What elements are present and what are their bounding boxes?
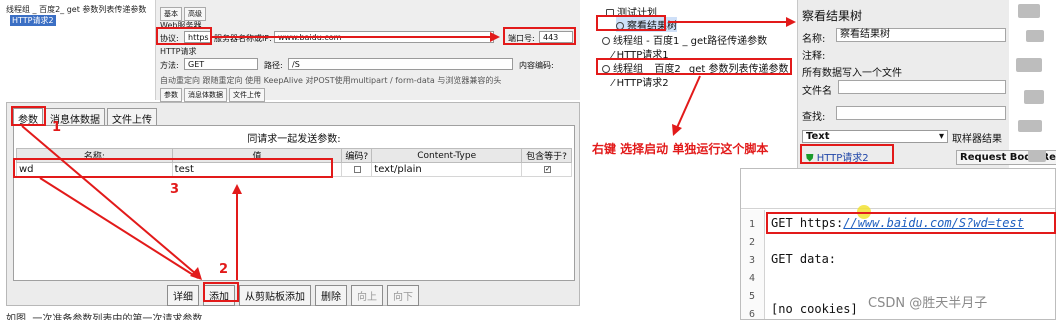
renderer-select[interactable]: Text ▾ xyxy=(802,130,948,143)
col-encode[interactable]: 编码? xyxy=(341,148,373,163)
instruction-text: 右键 选择启动 单独运行这个脚本 xyxy=(592,142,769,156)
panel-title: 察看结果树 xyxy=(802,9,863,23)
highlight-protocol xyxy=(156,27,212,45)
encode-checkbox[interactable] xyxy=(354,165,362,173)
line-number: 4 xyxy=(749,273,756,284)
highlight-sample-result xyxy=(800,144,894,164)
highlight-request-line xyxy=(766,212,1056,234)
comment-label: 注释: xyxy=(802,51,826,62)
annotation-arrows xyxy=(21,125,242,280)
path-label: 路径: xyxy=(264,61,283,70)
param-include-equals-cell[interactable] xyxy=(521,162,572,177)
col-include-equals[interactable]: 包含等于? xyxy=(521,148,572,163)
chevron-down-icon: ▾ xyxy=(938,131,944,142)
filename-input[interactable] xyxy=(838,80,1006,94)
highlight-port xyxy=(503,27,576,45)
move-up-button[interactable]: 向上 xyxy=(351,285,383,306)
include-equals-checkbox[interactable] xyxy=(544,165,552,173)
name-label: 名称: xyxy=(802,34,826,45)
delete-button[interactable]: 删除 xyxy=(315,285,347,306)
bottom-caption: 如图, 一次准备参数列表中的第一次请求参数 xyxy=(6,314,203,320)
code-line-3: GET data: xyxy=(771,252,837,266)
path-input[interactable]: /S xyxy=(288,58,513,70)
param-content-type-cell[interactable]: text/plain xyxy=(371,162,523,177)
http-request-section-label: HTTP请求 xyxy=(160,47,197,56)
search-input[interactable] xyxy=(836,106,1006,120)
http-sampler-config: 基本 高级 Web服务器 协议: https 服务器名称或IP: www.bai… xyxy=(155,0,580,102)
line-number: 2 xyxy=(749,237,756,248)
tree-item-thread-group-2[interactable]: 线程组 _ 百度2_ get 参数列表传递参数 xyxy=(6,4,146,15)
search-label: 查找: xyxy=(802,112,826,123)
options-row[interactable]: 自动重定向 跟随重定向 使用 KeepAlive 对POST使用multipar… xyxy=(160,75,501,86)
col-content-type[interactable]: Content-Type xyxy=(371,148,523,163)
filename-label: 文件名 xyxy=(802,86,832,97)
top-left-tree: 线程组 _ 百度2_ get 参数列表传递参数 HTTP请求2 xyxy=(0,0,150,30)
view-results-tree-panel: 察看结果树 名称: 察看结果树 注释: 所有数据写入一个文件 文件名 查找: T… xyxy=(797,0,1056,168)
line-number: 1 xyxy=(749,219,756,230)
write-all-label: 所有数据写入一个文件 xyxy=(802,68,902,79)
viewer-header xyxy=(741,169,1055,209)
arrow-protocol-to-port xyxy=(212,32,500,42)
move-down-button[interactable]: 向下 xyxy=(387,285,419,306)
line-number: 3 xyxy=(749,255,756,266)
param-encode-cell[interactable] xyxy=(341,162,373,177)
sampler-result-tab[interactable]: 取样器结果 xyxy=(952,130,1002,145)
tab-basic[interactable]: 基本 xyxy=(160,7,182,21)
method-select[interactable]: GET xyxy=(184,58,258,70)
renderer-value: Text xyxy=(806,131,830,142)
watermark: CSDN @胜天半月子 xyxy=(868,296,988,311)
line-number: 6 xyxy=(749,309,756,320)
tree-arrows xyxy=(668,17,796,136)
tab-advanced[interactable]: 高级 xyxy=(184,7,206,21)
encoding-label: 内容编码: xyxy=(519,61,554,70)
code-line-5: [no cookies] xyxy=(771,302,858,316)
tree-item-http-request-2[interactable]: HTTP请求2 xyxy=(10,15,56,26)
name-input[interactable]: 察看结果树 xyxy=(836,28,1006,42)
line-number: 5 xyxy=(749,291,756,302)
method-label: 方法: xyxy=(160,61,179,70)
